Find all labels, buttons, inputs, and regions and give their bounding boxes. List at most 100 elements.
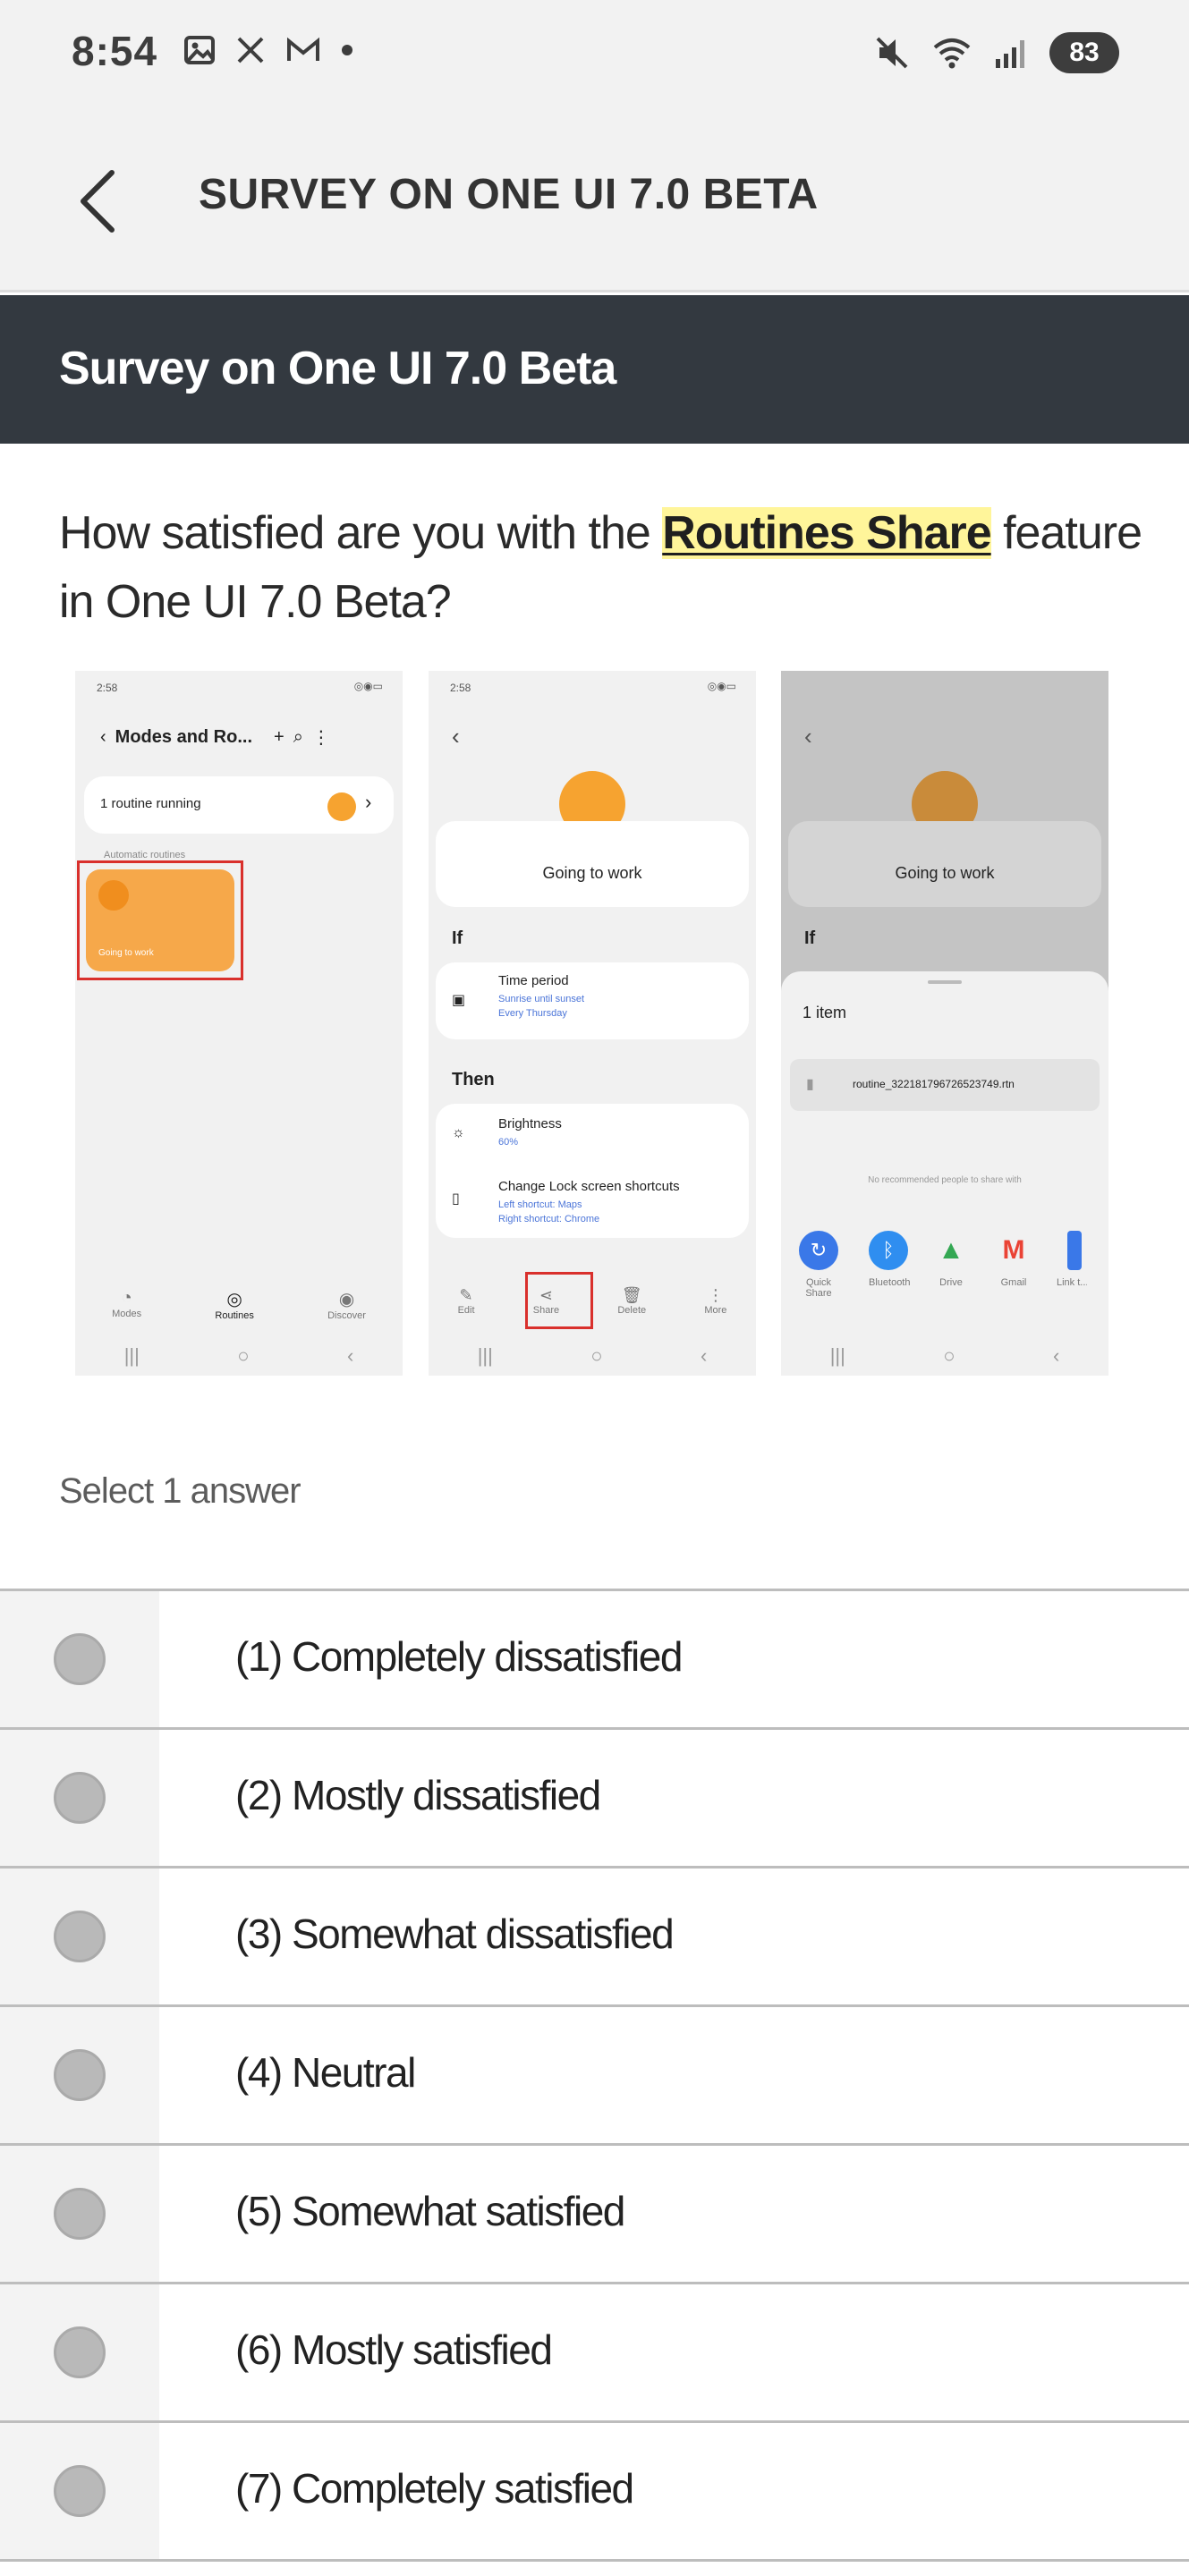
answer-option-7[interactable]: (7) Completely satisfied [0,2423,1189,2562]
mini-search-icon: ⌕ [293,727,303,747]
question-highlight: Routines Share [662,507,992,559]
mini-then-card: ☼ Brightness 60% ▯ Change Lock screen sh… [436,1104,749,1238]
answer-label: (6) Mostly satisfied [235,2326,553,2373]
mini-back-icon: ‹ [452,723,460,750]
answer-label: (2) Mostly dissatisfied [235,1772,601,1818]
mini-file-name: routine_3221817967265237​49.rtn [853,1078,1015,1090]
gallery-icon [184,36,215,64]
mini-nav-bar: ||| ○ ‹ [477,1344,708,1367]
signal-icon [996,40,1024,68]
mini-header: ‹ Modes and Ro... + ⌕ ⋮ [100,726,330,749]
answer-label: (1) Completely dissatisfied [235,1633,683,1680]
mini-routine-avatar-icon [327,792,356,821]
radio-cell [0,2146,159,2282]
mini-action-bar: ✎ Edit ⋖ Share 🗑 Delete ⋮ More [429,1286,756,1316]
chevron-left-icon [81,170,115,233]
mini-more-icon: ⋮ [311,728,330,748]
survey-header: Survey on One UI 7.0 Beta [0,295,1189,444]
question-text: How satisfied are you with the Routines … [59,499,1142,637]
mini-tab-modes: ◔ Modes [112,1288,142,1319]
battery-indicator: 83 [1049,32,1119,73]
gmail-icon [287,37,319,61]
mini-item-count: 1 item [803,1004,847,1021]
mini-file-icon: ▮ [806,1077,814,1092]
mini-running-card: 1 routine running › [84,776,394,834]
answer-option-4[interactable]: (4) Neutral [0,2007,1189,2146]
mini-file-chip: ▮ routine_3221817967265237​49.rtn [790,1059,1100,1111]
answer-option-1[interactable]: (1) Completely dissatisfied [0,1591,1189,1730]
mini-nav-bar: ||| ○ ‹ [829,1344,1060,1367]
mini-no-people: No recommended people to share with [868,1175,1022,1185]
mini-routine-name: Going to work [542,864,642,882]
illustration-screen-routine-detail: 2:58 ◎◉▭ ‹ Going to work If ▣ Time perio… [429,671,756,1376]
page-title: SURVEY ON ONE UI 7.0 BETA [199,171,819,218]
mini-app-gmail: M Gmail [1000,1235,1027,1288]
mini-more-action: ⋮ More [704,1286,727,1316]
mini-status-icons: ◎◉▭ [353,680,383,692]
mini-lock-shortcuts: Change Lock screen shortcuts [498,1179,680,1194]
mini-calendar-icon: ▣ [452,993,466,1008]
question-prefix: How satisfied are you with the [59,507,663,559]
more-notifications-dot-icon [342,45,352,55]
app-bar: SURVEY ON ONE UI 7.0 BETA [0,109,1189,292]
mini-app-drive: ▲ Drive [938,1235,964,1288]
answer-label: (7) Completely satisfied [235,2465,634,2512]
mini-status-icons: ◎◉▭ [707,680,736,692]
radio-cell [0,2007,159,2143]
radio-button[interactable] [54,2326,106,2378]
mini-running-text: 1 routine running [100,796,201,811]
x-icon [237,37,264,64]
radio-button[interactable] [54,2188,106,2240]
mini-tile-label: Going to work [98,948,154,958]
wifi-icon [933,38,971,69]
mini-add-icon: + [274,727,285,747]
mini-brightness-icon: ☼ [452,1125,465,1140]
mini-tab-discover: ◉ Discover [327,1290,366,1321]
mini-share-action: ⋖ Share [532,1286,560,1316]
mini-share-apps: ↻ Quick Share ᛒ Bluetooth ▲ Drive M Gmail Li… [792,1231,1087,1299]
mini-chevron-right-icon: › [365,791,372,813]
mini-lock-sub2: Right shortcut: Chrome [498,1214,600,1224]
mini-status-time: 2:58 [450,682,471,694]
answer-label: (4) Neutral [235,2049,416,2096]
answer-label: (5) Somewhat satisfied [235,2188,625,2234]
radio-button[interactable] [54,1911,106,1962]
mini-tab-routines: ◎ Routines [215,1290,254,1321]
answer-option-5[interactable]: (5) Somewhat satisfied [0,2146,1189,2284]
mini-share-sheet: 1 item ▮ routine_3221817967265237​49.rtn… [781,971,1108,1376]
mini-nav-bar: ||| ○ ‹ [123,1344,354,1367]
illustration-screen-share-sheet: ‹ Going to work If 1 item ▮ routine_3221… [781,671,1108,1376]
radio-button[interactable] [54,1772,106,1824]
radio-button[interactable] [54,1633,106,1685]
radio-cell [0,2284,159,2420]
mini-bottom-tabs: ◔ Modes ◎ Routines ◉ Discover [75,1288,403,1321]
mini-routine-card: Going to work [788,821,1101,907]
mini-routine-name: Going to work [895,864,995,882]
radio-cell [0,1868,159,2004]
status-time: 8:54 [72,28,158,74]
mini-routine-card: Going to work [436,821,749,907]
radio-button[interactable] [54,2049,106,2101]
mini-brightness-sub: 60% [498,1137,519,1148]
answer-option-6[interactable]: (6) Mostly satisfied [0,2284,1189,2423]
mini-if-card: ▣ Time period Sunrise until sunset Every… [436,962,749,1039]
mini-sheet-handle [928,980,962,984]
mini-brightness: Brightness [498,1116,562,1131]
mini-app-quickshare: ↻ Quick Share [792,1231,845,1299]
select-instruction: Select 1 answer [59,1471,301,1511]
mini-app-link: Link t... [1057,1231,1087,1299]
answer-option-2[interactable]: (2) Mostly dissatisfied [0,1730,1189,1868]
answer-label: (3) Somewhat dissatisfied [235,1911,675,1957]
radio-cell [0,1591,159,1727]
radio-cell [0,2423,159,2559]
mini-lock-sub1: Left shortcut: Maps [498,1199,582,1210]
mini-time-period-sub2: Every Thursday [498,1008,567,1019]
illustration-screenshots: 2:58 ◎◉▭ ‹ Modes and Ro... + ⌕ ⋮ 1 routi… [75,671,1109,1376]
answer-option-3[interactable]: (3) Somewhat dissatisfied [0,1868,1189,2007]
mini-routine-tile: Going to work [86,869,234,971]
mini-time-period-sub1: Sunrise until sunset [498,994,584,1004]
survey-screen: 8:54 83 SURVEY ON ONE UI 7.0 BETA Survey… [0,0,1189,2576]
radio-button[interactable] [54,2465,106,2517]
back-button[interactable] [70,161,123,242]
mini-header-title: Modes and Ro... [115,727,253,747]
